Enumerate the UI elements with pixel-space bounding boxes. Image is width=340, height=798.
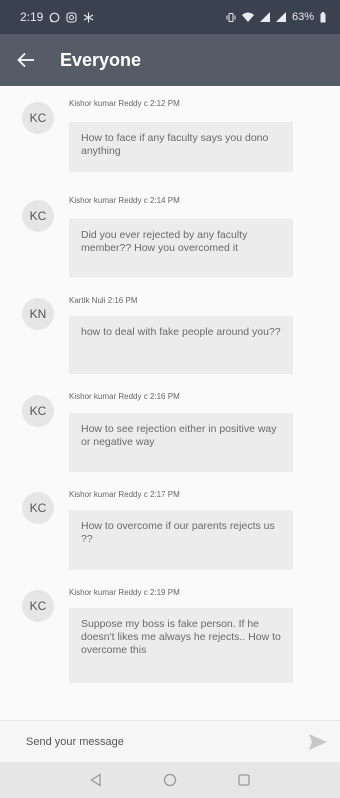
arrow-left-icon: [17, 52, 34, 68]
whatsapp-icon: [49, 12, 60, 22]
message-meta: Kishor kumar Reddy c 2:12 PM: [69, 99, 180, 108]
nav-recents-button[interactable]: [235, 771, 253, 789]
message-bubble[interactable]: Did you ever rejected by any faculty mem…: [69, 219, 293, 277]
message-time: 2:16 PM: [149, 392, 180, 401]
message-bubble[interactable]: How to overcome if our parents rejects u…: [69, 510, 293, 570]
message-text: Did you ever rejected by any faculty mem…: [81, 229, 248, 254]
status-time: 2:19: [20, 10, 44, 24]
message-input[interactable]: [24, 725, 288, 758]
message-time: 2:12 PM: [149, 99, 180, 108]
message-time: 2:16 PM: [107, 296, 138, 305]
status-bar: 2:19 63%: [0, 0, 340, 34]
message-meta: Kishor kumar Reddy c 2:16 PM: [69, 392, 180, 401]
nav-back-button[interactable]: [87, 771, 105, 789]
message-sender: Kartik Nuli: [69, 296, 106, 305]
message-sender: Kishor kumar Reddy c: [69, 392, 148, 401]
message-meta: Kishor kumar Reddy c 2:17 PM: [69, 490, 180, 499]
message-text: How to overcome if our parents rejects u…: [81, 520, 275, 545]
send-button[interactable]: [308, 732, 328, 752]
avatar-initials: KC: [29, 404, 47, 418]
square-recents-icon: [238, 774, 250, 786]
message-time: 2:14 PM: [149, 196, 180, 205]
message-composer: [0, 720, 340, 762]
back-button[interactable]: [0, 34, 52, 86]
message-text: How to face if any faculty says you dono…: [81, 132, 269, 157]
battery-icon: [320, 11, 326, 22]
status-left: 2:19: [20, 10, 94, 24]
triangle-back-icon: [90, 773, 101, 787]
signal-icon: [259, 12, 270, 22]
avatar-initials: KC: [29, 501, 47, 515]
system-nav-bar: [0, 762, 340, 798]
avatar[interactable]: KC: [22, 102, 54, 134]
avatar-initials: KC: [29, 209, 47, 223]
app-bar: Everyone: [0, 34, 340, 86]
message-bubble[interactable]: How to see rejection either in positive …: [69, 413, 293, 472]
send-icon: [309, 734, 327, 750]
message-time: 2:19 PM: [149, 588, 180, 597]
message-meta: Kishor kumar Reddy c 2:19 PM: [69, 588, 180, 597]
message-text: how to deal with fake people around you?…: [81, 326, 281, 338]
status-right: 63%: [226, 11, 326, 23]
message-text: How to see rejection either in positive …: [81, 423, 277, 448]
chat-title: Everyone: [60, 49, 142, 70]
message-sender: Kishor kumar Reddy c: [69, 490, 148, 499]
avatar[interactable]: KC: [22, 590, 54, 622]
vibrate-icon: [226, 12, 236, 22]
message-meta: Kishor kumar Reddy c 2:14 PM: [69, 196, 180, 205]
signal-icon: [275, 12, 286, 22]
message-bubble[interactable]: How to face if any faculty says you dono…: [69, 122, 293, 172]
message-sender: Kishor kumar Reddy c: [69, 588, 148, 597]
circle-home-icon: [163, 773, 177, 787]
message-sender: Kishor kumar Reddy c: [69, 99, 148, 108]
avatar[interactable]: KC: [22, 492, 54, 524]
avatar[interactable]: KC: [22, 395, 54, 427]
snowflake-icon: [84, 12, 94, 22]
message-bubble[interactable]: Suppose my boss is fake person. If he do…: [69, 608, 293, 683]
instagram-icon: [66, 11, 77, 23]
message-sender: Kishor kumar Reddy c: [69, 196, 148, 205]
wifi-icon: [241, 12, 254, 22]
nav-home-button[interactable]: [161, 771, 179, 789]
avatar[interactable]: KN: [22, 298, 54, 330]
message-time: 2:17 PM: [149, 490, 180, 499]
avatar[interactable]: KC: [22, 200, 54, 232]
message-text: Suppose my boss is fake person. If he do…: [81, 618, 281, 656]
avatar-initials: KC: [29, 599, 47, 613]
message-list[interactable]: KC Kishor kumar Reddy c 2:12 PM How to f…: [0, 86, 340, 720]
battery-percent: 63%: [291, 11, 314, 23]
avatar-initials: KC: [29, 111, 47, 125]
message-meta: Kartik Nuli 2:16 PM: [69, 296, 137, 305]
avatar-initials: KN: [29, 307, 47, 321]
message-bubble[interactable]: how to deal with fake people around you?…: [69, 316, 293, 374]
